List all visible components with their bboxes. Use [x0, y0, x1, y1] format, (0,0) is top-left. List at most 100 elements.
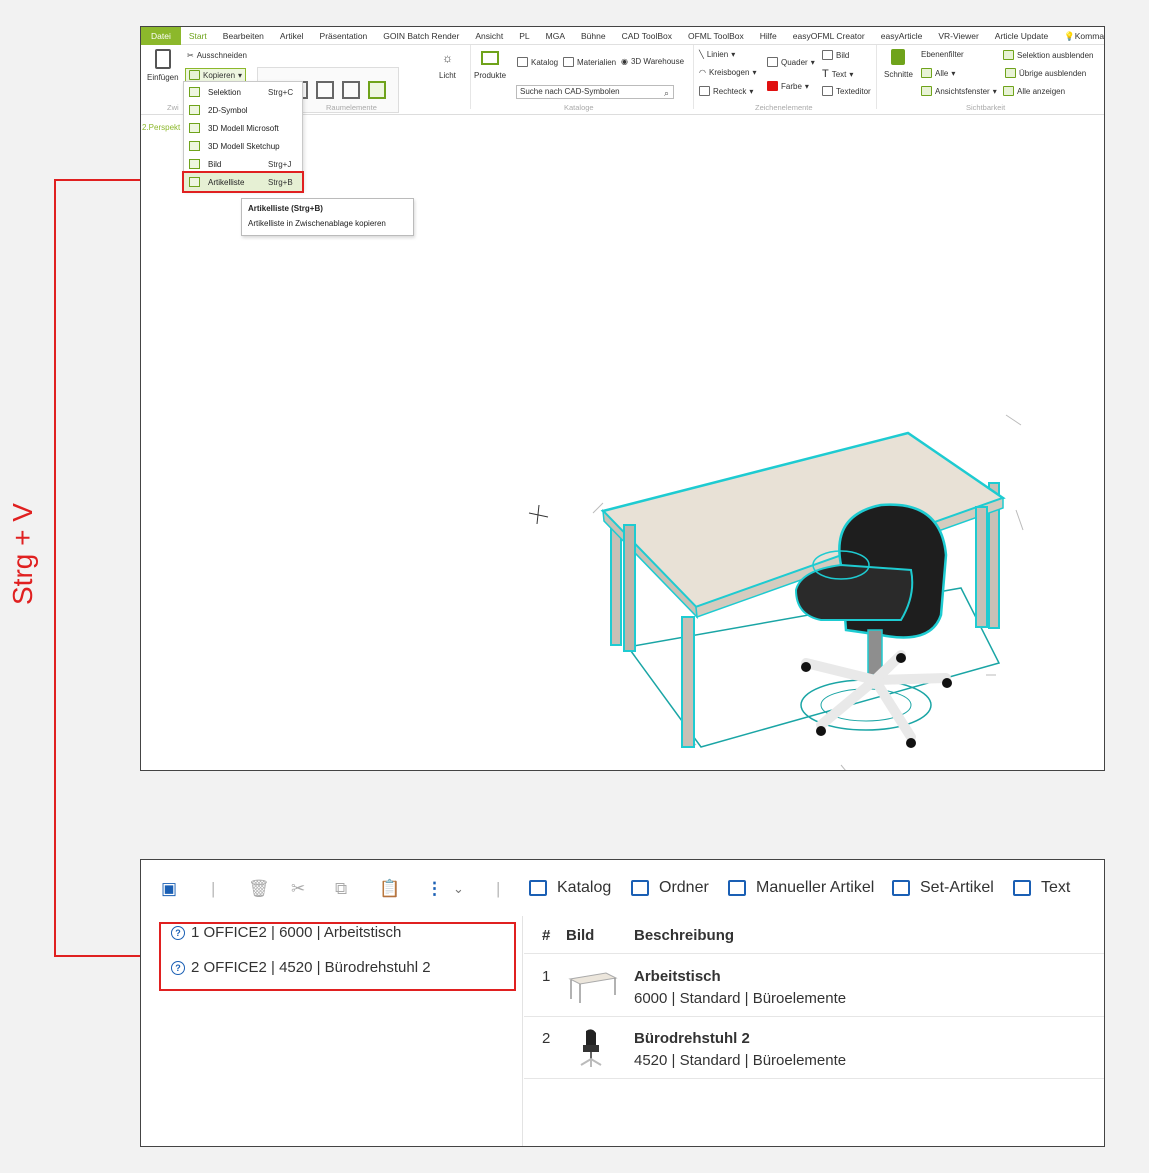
kopieren-button[interactable]: Kopieren ▾ — [185, 68, 247, 82]
menu-datei[interactable]: Datei — [141, 27, 181, 45]
menu-cad-toolbox[interactable]: CAD ToolBox — [614, 27, 680, 45]
window-icon — [342, 81, 360, 99]
copy-icon[interactable]: ⧉ — [335, 880, 347, 897]
section-icon — [891, 49, 906, 65]
row-subtitle: 4520 | Standard | Büroelemente — [634, 1052, 847, 1069]
toolbar-separator: | — [211, 879, 216, 898]
ausschneiden-button[interactable]: ✂ Ausschneiden — [187, 51, 247, 60]
texteditor-button[interactable]: Texteditor — [822, 86, 871, 96]
menu-item-artikelliste[interactable]: Artikelliste Strg+B — [182, 171, 304, 193]
kreisbogen-button[interactable]: ◠ Kreisbogen ▾ — [699, 68, 756, 77]
text-button[interactable]: T Text ▾ — [822, 68, 853, 80]
menu-item-selektion[interactable]: Selektion Strg+C — [184, 83, 302, 101]
menu-easyarticle[interactable]: easyArticle — [873, 27, 931, 45]
text-icon: T — [822, 68, 829, 80]
cad-symbol-search-input[interactable]: Suche nach CAD-Symbolen ⌕ — [516, 85, 674, 99]
cut-icon[interactable]: ✂ — [291, 880, 305, 897]
folder-icon — [631, 880, 649, 896]
tooltip-body: Artikelliste in Zwischenablage kopieren — [248, 219, 386, 228]
bild-button[interactable]: Bild — [822, 50, 849, 60]
ribbon-divider — [693, 45, 694, 109]
ansichtsfenster-button[interactable]: Ansichtsfenster ▾ — [921, 86, 997, 96]
chevron-down-icon: ▾ — [804, 81, 809, 91]
ebenenfilter-button[interactable]: Ebenenfilter — [921, 50, 964, 59]
toolbar-separator: | — [496, 879, 501, 898]
menu-kommando[interactable]: 💡Kommando — [1056, 27, 1104, 45]
manueller-artikel-button[interactable]: Manueller Artikel — [728, 879, 874, 897]
menu-item-2d-symbol[interactable]: 2D-Symbol — [184, 101, 302, 119]
linien-button[interactable]: ╲ Linien ▾ — [699, 50, 735, 59]
menu-bearbeiten[interactable]: Bearbeiten — [215, 27, 272, 45]
row-title: Arbeitstisch — [634, 968, 721, 985]
set-artikel-button[interactable]: Set-Artikel — [892, 879, 994, 897]
row-title: Bürodrehstuhl 2 — [634, 1030, 750, 1047]
delete-icon[interactable]: 🗑 — [248, 880, 270, 897]
origin-axis-icon — [528, 504, 549, 525]
katalog-button[interactable]: Katalog — [517, 57, 558, 67]
tree-item[interactable]: ? 1 OFFICE2 | 6000 | Arbeitstisch — [171, 924, 401, 941]
produkte-button[interactable]: Produkte — [474, 51, 506, 80]
column-header-beschreibung: Beschreibung — [634, 927, 735, 944]
sketchup-icon — [189, 141, 200, 151]
table-row[interactable]: 1 Arbeitstisch 6000 | Standard | Büroele… — [524, 955, 1104, 1017]
selektion-ausblenden-button[interactable]: Selektion ausblenden — [1003, 50, 1094, 60]
chevron-down-icon: ▾ — [749, 86, 754, 96]
lamp-icon: ☼ — [441, 51, 453, 65]
menu-easyofml-creator[interactable]: easyOFML Creator — [785, 27, 873, 45]
menu-praesentation[interactable]: Präsentation — [312, 27, 376, 45]
menu-item-bild[interactable]: Bild Strg+J — [184, 155, 302, 173]
tree-item[interactable]: ? 2 OFFICE2 | 4520 | Bürodrehstuhl 2 — [171, 959, 431, 976]
licht-button[interactable]: ☼ Licht — [439, 51, 456, 80]
menu-ansicht[interactable]: Ansicht — [467, 27, 511, 45]
paste-icon[interactable]: 📋 — [379, 880, 400, 897]
menu-artikel[interactable]: Artikel — [272, 27, 312, 45]
line-icon: ╲ — [699, 50, 704, 59]
alle-button[interactable]: Alle ▾ — [921, 68, 955, 78]
search-icon: ⌕ — [663, 88, 669, 98]
menu-hilfe[interactable]: Hilfe — [752, 27, 785, 45]
table-row[interactable]: 2 Bürodrehstuhl 2 4520 | Standard | Büro… — [524, 1017, 1104, 1079]
materialien-button[interactable]: Materialien — [563, 57, 616, 67]
menu-pl[interactable]: PL — [511, 27, 537, 45]
quader-button[interactable]: Quader ▾ — [767, 57, 815, 67]
set-icon — [892, 880, 910, 896]
connector-line-bottom — [54, 955, 148, 957]
schnitte-button[interactable]: Schnitte — [884, 49, 913, 79]
menu-mga[interactable]: MGA — [538, 27, 573, 45]
warehouse-button[interactable]: ◉ 3D Warehouse — [621, 57, 684, 66]
3d-model-icon — [189, 123, 200, 133]
menu-article-update[interactable]: Article Update — [987, 27, 1056, 45]
ordner-button[interactable]: Ordner — [631, 879, 709, 897]
einfuegen-button[interactable]: Einfügen — [147, 49, 179, 82]
katalog-button[interactable]: Katalog — [529, 879, 611, 897]
group-label-sichtbarkeit: Sichtbarkeit — [966, 103, 1006, 112]
article-list-icon — [189, 177, 200, 187]
menu-vr-viewer[interactable]: VR-Viewer — [930, 27, 986, 45]
menu-item-3d-modell-sketchup[interactable]: 3D Modell Sketchup — [184, 137, 302, 155]
menu-goin-batch-render[interactable]: GOIN Batch Render — [375, 27, 467, 45]
show-all-icon — [1003, 86, 1014, 96]
uebrige-ausblenden-button[interactable]: Übrige ausblenden — [1005, 68, 1086, 78]
save-icon[interactable]: ▣ — [161, 880, 177, 897]
selection-icon — [189, 87, 200, 97]
farbe-button[interactable]: Farbe ▾ — [767, 81, 809, 91]
alle-anzeigen-button[interactable]: Alle anzeigen — [1003, 86, 1065, 96]
menu-start[interactable]: Start — [181, 27, 215, 45]
column-header-num: # — [542, 927, 551, 944]
text-button[interactable]: Text — [1013, 879, 1070, 897]
chair-thumbnail — [580, 1029, 602, 1067]
arc-icon: ◠ — [699, 68, 706, 77]
menu-ofml-toolbox[interactable]: OFML ToolBox — [680, 27, 752, 45]
catalog-icon — [517, 57, 528, 67]
connector-line-vertical — [54, 179, 56, 956]
menu-buehne[interactable]: Bühne — [573, 27, 614, 45]
more-options-icon[interactable]: ⋮ — [426, 880, 443, 897]
catalog-icon — [529, 880, 547, 896]
menu-item-3d-modell-microsoft[interactable]: 3D Modell Microsoft — [184, 119, 302, 137]
rechteck-button[interactable]: Rechteck ▾ — [699, 86, 753, 96]
chevron-down-icon: ▾ — [951, 68, 956, 78]
row-number: 2 — [542, 1030, 551, 1047]
chevron-down-icon[interactable]: ⌄ — [453, 880, 464, 897]
copy-icon — [189, 70, 200, 80]
group-label-zeichenelemente: Zeichenelemente — [755, 103, 813, 112]
